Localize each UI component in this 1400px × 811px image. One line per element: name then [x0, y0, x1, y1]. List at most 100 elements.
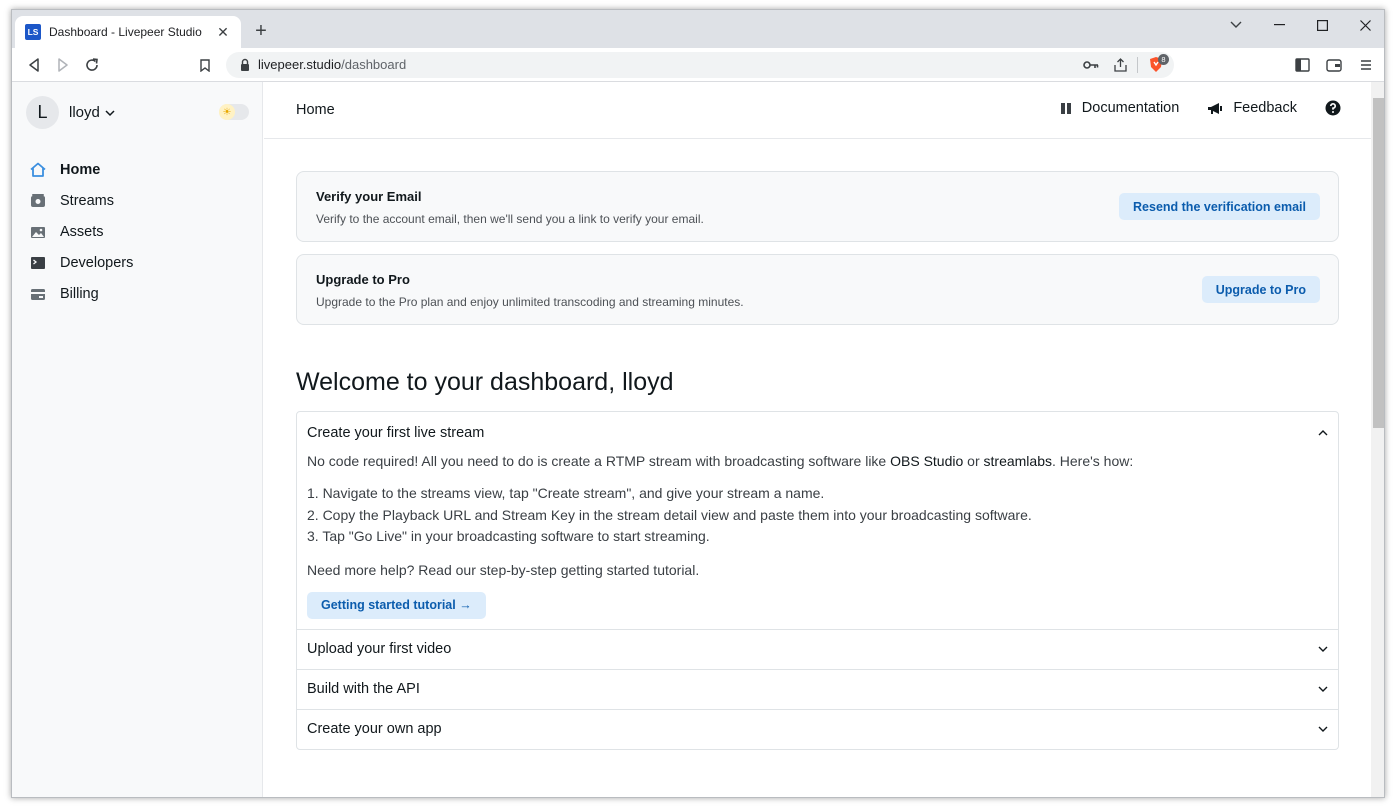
home-icon — [30, 162, 46, 178]
billing-icon — [30, 286, 46, 302]
step-item: 2. Copy the Playback URL and Stream Key … — [307, 506, 1032, 523]
help-button[interactable] — [1325, 100, 1351, 116]
verify-email-banner: Verify your Email Verify to the account … — [296, 171, 1339, 242]
sidebar-item-label: Streams — [60, 192, 114, 209]
username: lloyd — [69, 104, 100, 121]
megaphone-icon — [1208, 102, 1223, 114]
sidebar-item-label: Assets — [60, 223, 104, 240]
assets-icon — [30, 224, 46, 240]
sidebar-item-label: Developers — [60, 254, 134, 271]
steps-list: 1. Navigate to the streams view, tap "Cr… — [307, 483, 1328, 548]
theme-toggle[interactable]: ☀ — [219, 104, 249, 120]
documentation-link[interactable]: Documentation — [1060, 100, 1180, 116]
getting-started-accordion: Create your first live stream No code re… — [296, 411, 1339, 750]
getting-started-tutorial-button[interactable]: Getting started tutorial → — [307, 591, 486, 619]
app-content: L lloyd ☀ Home Streams Assets Developers… — [12, 82, 1371, 797]
reload-icon[interactable] — [80, 53, 104, 77]
browser-tab[interactable]: LS Dashboard - Livepeer Studio ✕ — [15, 16, 241, 48]
help-icon — [1325, 100, 1341, 116]
step-item: 3. Tap "Go Live" in your broadcasting so… — [307, 528, 710, 544]
window-close-icon[interactable] — [1344, 10, 1384, 40]
streamlabs-link[interactable]: streamlabs — [984, 453, 1052, 469]
chevron-down-icon — [1318, 646, 1328, 652]
tab-close-icon[interactable]: ✕ — [215, 24, 231, 41]
header-links: Documentation Feedback — [1032, 100, 1351, 116]
accordion-header-build-api[interactable]: Build with the API — [297, 668, 1338, 709]
chevron-down-icon — [1318, 686, 1328, 692]
sidebar-nav: Home Streams Assets Developers Billing — [30, 154, 133, 309]
intro-or: or — [963, 453, 984, 469]
tab-bar: LS Dashboard - Livepeer Studio ✕ + — [12, 10, 1384, 48]
accordion-body-live-stream: No code required! All you need to do is … — [297, 453, 1338, 629]
back-icon[interactable] — [22, 53, 46, 77]
browser-toolbar: livepeer.studio/dashboard 8 — [12, 48, 1384, 82]
sidebar-item-billing[interactable]: Billing — [30, 278, 133, 309]
upgrade-banner: Upgrade to Pro Upgrade to the Pro plan a… — [296, 254, 1339, 325]
sidebar-item-label: Home — [60, 161, 101, 178]
help-text: Need more help? Read our step-by-step ge… — [307, 561, 700, 578]
banner-title: Upgrade to Pro — [316, 272, 410, 287]
book-icon — [1060, 102, 1071, 114]
sun-icon: ☀ — [219, 104, 235, 120]
avatar: L — [26, 96, 59, 129]
sidebar-panel-icon[interactable] — [1290, 53, 1314, 77]
sidebar-item-assets[interactable]: Assets — [30, 216, 133, 247]
address-bar[interactable]: livepeer.studio/dashboard 8 — [226, 52, 1174, 78]
minimize-icon[interactable] — [1258, 10, 1300, 40]
intro-text: No code required! All you need to do is … — [307, 453, 891, 469]
main-content: Home Documentation Feedback Verify your … — [264, 82, 1371, 797]
accordion-title: Build with the API — [307, 681, 420, 697]
omnibox-divider — [1137, 57, 1138, 73]
accordion-header-live-stream[interactable]: Create your first live stream — [297, 412, 1338, 453]
terminal-icon — [30, 255, 46, 271]
feedback-label: Feedback — [1233, 100, 1297, 116]
sidebar-item-home[interactable]: Home — [30, 154, 133, 185]
chevron-up-icon — [1318, 430, 1328, 436]
share-icon[interactable] — [1108, 53, 1132, 77]
url-text: livepeer.studio/dashboard — [258, 57, 406, 72]
lock-icon — [241, 58, 249, 71]
accordion-title: Create your first live stream — [307, 424, 485, 441]
wallet-icon[interactable] — [1322, 53, 1346, 77]
menu-icon[interactable] — [1354, 53, 1378, 77]
accordion-header-upload-video[interactable]: Upload your first video — [297, 628, 1338, 669]
forward-icon[interactable] — [51, 53, 75, 77]
banner-title: Verify your Email — [316, 189, 422, 204]
documentation-label: Documentation — [1081, 100, 1180, 116]
key-icon[interactable] — [1079, 53, 1103, 77]
chevron-down-icon — [1318, 726, 1328, 732]
new-tab-icon[interactable]: + — [250, 20, 272, 42]
top-bar: Home Documentation Feedback — [264, 82, 1371, 139]
url-path: /dashboard — [341, 57, 407, 72]
sidebar: L lloyd ☀ Home Streams Assets Developers… — [12, 82, 263, 797]
feedback-link[interactable]: Feedback — [1207, 100, 1297, 116]
scrollbar-thumb[interactable] — [1373, 98, 1384, 428]
bookmark-icon[interactable] — [193, 53, 217, 77]
stream-intro: No code required! All you need to do is … — [307, 453, 1328, 469]
tab-title: Dashboard - Livepeer Studio — [49, 25, 202, 39]
breadcrumb: Home — [296, 102, 335, 118]
user-menu[interactable]: L lloyd — [26, 96, 115, 129]
url-host: livepeer.studio — [258, 57, 342, 72]
accordion-title: Create your own app — [307, 721, 442, 737]
streams-icon — [30, 193, 46, 209]
banner-text: Verify to the account email, then we'll … — [316, 212, 704, 226]
resend-verification-button[interactable]: Resend the verification email — [1119, 193, 1320, 220]
obs-studio-link[interactable]: OBS Studio — [890, 453, 963, 469]
browser-window: LS Dashboard - Livepeer Studio ✕ + livep… — [11, 9, 1385, 798]
sidebar-item-streams[interactable]: Streams — [30, 185, 133, 216]
favicon-icon: LS — [25, 24, 41, 40]
accordion-title: Upload your first video — [307, 641, 452, 657]
tab-search-icon[interactable] — [1215, 10, 1257, 40]
upgrade-to-pro-button[interactable]: Upgrade to Pro — [1201, 276, 1320, 303]
step-item: 1. Navigate to the streams view, tap "Cr… — [307, 485, 825, 501]
sidebar-item-label: Billing — [60, 285, 99, 302]
banner-text: Upgrade to the Pro plan and enjoy unlimi… — [316, 295, 744, 309]
shield-badge: 8 — [1158, 54, 1169, 65]
brave-shield-icon[interactable]: 8 — [1144, 53, 1169, 77]
page-scrollbar[interactable] — [1371, 82, 1384, 797]
accordion-header-own-app[interactable]: Create your own app — [297, 708, 1338, 749]
maximize-icon[interactable] — [1301, 10, 1343, 40]
intro-after: . Here's how: — [1051, 453, 1134, 469]
sidebar-item-developers[interactable]: Developers — [30, 247, 133, 278]
